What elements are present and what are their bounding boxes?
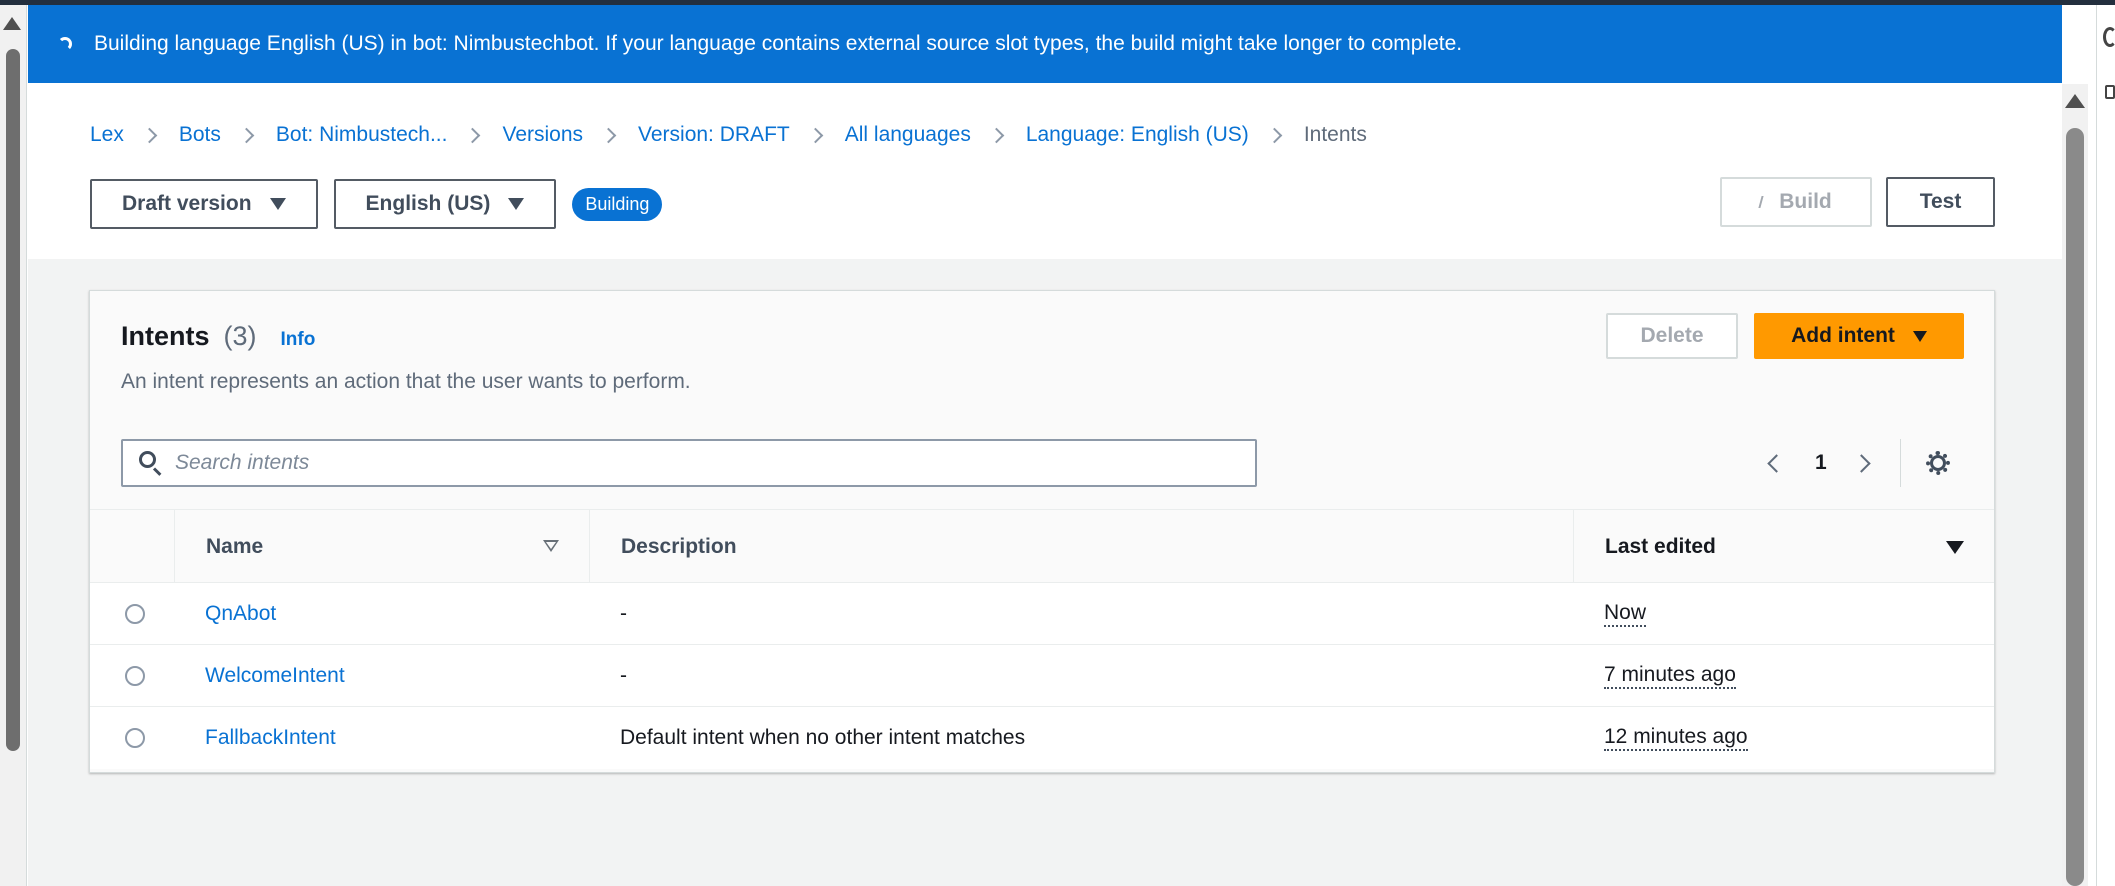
scroll-up-arrow-icon[interactable] [3,17,21,30]
breadcrumb-all-languages[interactable]: All languages [845,123,971,147]
language-select[interactable]: English (US) [333,179,557,229]
pager-divider [1899,439,1901,487]
table-row: FallbackIntent Default intent when no ot… [90,707,1994,769]
description-column-label: Description [621,535,737,558]
breadcrumb-lex[interactable]: Lex [90,123,124,147]
breadcrumb: Lex Bots Bot: Nimbustech... Versions Ver… [90,123,1367,147]
intents-table: Name Description Last edited QnAbot - No… [90,509,1994,769]
page-number[interactable]: 1 [1815,451,1827,475]
caret-down-icon [1912,330,1927,342]
gear-icon[interactable] [1925,450,1951,476]
caret-down-icon [508,198,525,210]
loading-spinner-icon [58,37,72,51]
build-button-label: Build [1779,190,1832,213]
description-column-header: Description [589,510,1573,584]
delete-button-label: Delete [1640,324,1704,347]
search-intents-field[interactable] [121,439,1257,487]
scroll-up-arrow-icon[interactable] [2065,94,2085,108]
last-edited-value: 7 minutes ago [1604,663,1736,690]
add-intent-button-label: Add intent [1791,324,1895,347]
last-edited-column-header[interactable]: Last edited [1573,510,1994,584]
page-header: Lex Bots Bot: Nimbustech... Versions Ver… [28,83,2062,259]
chevron-right-icon [807,127,824,143]
name-column-label: Name [206,535,264,558]
last-edited-column-label: Last edited [1605,535,1716,558]
chevron-right-icon [1266,127,1283,143]
breadcrumb-bot[interactable]: Bot: Nimbustech... [276,123,448,147]
table-row: QnAbot - Now [90,583,1994,645]
intents-title: Intents [121,321,210,351]
version-language-controls: Draft version English (US) Building [90,179,663,229]
refresh-icon[interactable] [2103,27,2115,47]
intent-name-link[interactable]: QnAbot [205,583,276,645]
intents-count: (3) [223,321,257,351]
table-header: Name Description Last edited [90,509,1994,584]
chevron-right-icon [465,127,481,143]
intent-description: - [620,602,627,625]
breadcrumb-current: Intents [1303,123,1367,146]
language-select-label: English (US) [365,192,491,215]
row-radio[interactable] [125,666,145,686]
sort-icon[interactable] [543,540,559,552]
last-edited-value: 12 minutes ago [1604,725,1748,752]
chevron-right-icon [600,127,617,143]
panel-icon[interactable] [2105,85,2115,99]
intents-container: Intents (3) Info An intent represents an… [89,290,1995,773]
status-badge: Building [572,187,663,221]
intent-description: Default intent when no other intent matc… [620,726,1026,749]
flashbar-message: Building language English (US) in bot: N… [94,32,1463,55]
intent-description: - [620,664,627,687]
delete-button[interactable]: Delete [1606,313,1738,359]
test-button-label: Test [1919,190,1962,213]
sort-descending-icon[interactable] [1946,541,1964,554]
info-link[interactable]: Info [281,329,316,351]
build-button[interactable]: Build [1720,177,1872,227]
pagination: 1 [1762,439,1951,487]
chevron-right-icon[interactable] [1851,453,1871,473]
right-scrollbar[interactable] [2062,84,2088,886]
breadcrumb-version-draft[interactable]: Version: DRAFT [638,123,790,147]
search-input[interactable] [175,451,1235,475]
build-flashbar: Building language English (US) in bot: N… [28,5,2062,83]
select-column-header [90,510,174,584]
row-radio[interactable] [125,728,145,748]
test-button[interactable]: Test [1886,177,1995,227]
add-intent-button[interactable]: Add intent [1754,313,1964,359]
table-row: WelcomeIntent - 7 minutes ago [90,645,1994,707]
breadcrumb-bots[interactable]: Bots [179,123,221,147]
chevron-right-icon [141,127,158,143]
intent-name-link[interactable]: FallbackIntent [205,707,336,769]
caret-down-icon [269,198,286,210]
version-select-label: Draft version [122,192,252,215]
breadcrumb-versions[interactable]: Versions [502,123,583,147]
scrollbar-thumb[interactable] [2066,128,2084,886]
scrollbar-thumb[interactable] [6,49,20,751]
left-scrollbar[interactable] [0,5,27,886]
loading-spinner-icon [1758,196,1767,208]
intent-name-link[interactable]: WelcomeIntent [205,645,345,707]
chevron-right-icon [988,127,1005,143]
breadcrumb-language[interactable]: Language: English (US) [1026,123,1249,147]
search-icon [137,449,165,477]
row-radio[interactable] [125,604,145,624]
intents-heading: Intents (3) Info [121,321,315,352]
browser-side-panel [2096,5,2115,886]
intents-description: An intent represents an action that the … [121,370,691,393]
header-actions: Build Test [1720,177,1995,227]
name-column-header[interactable]: Name [174,510,589,584]
version-select[interactable]: Draft version [90,179,318,229]
last-edited-value: Now [1604,601,1647,628]
chevron-left-icon[interactable] [1767,453,1786,473]
chevron-right-icon [238,127,255,143]
